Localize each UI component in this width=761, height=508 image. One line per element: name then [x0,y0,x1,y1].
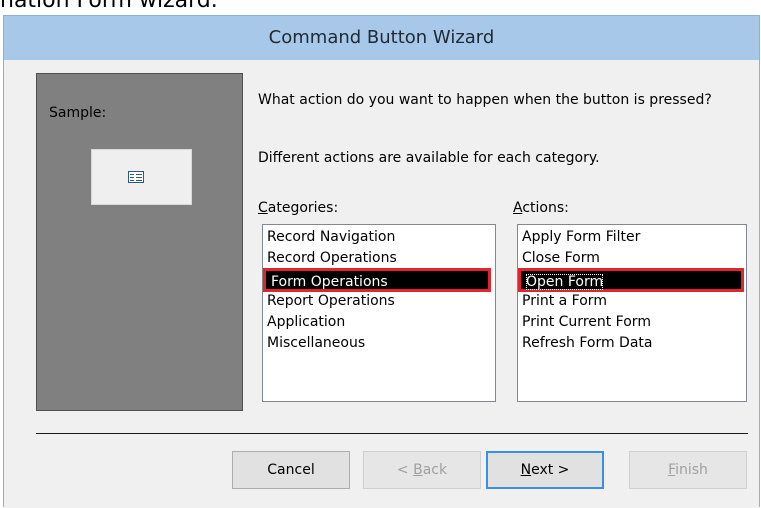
action-item-apply-form-filter[interactable]: Apply Form Filter [522,227,640,248]
back-button-accelerator: B [413,462,423,478]
action-item-print-a-form[interactable]: Print a Form [522,291,607,312]
back-button-prefix: < [396,462,414,478]
separator-line [36,433,748,434]
category-item-application[interactable]: Application [267,312,345,333]
category-item-record-operations[interactable]: Record Operations [267,248,397,269]
categories-label: Categories: [258,200,338,216]
form-icon [128,171,144,183]
dialog-title: Command Button Wizard [268,27,495,48]
action-item-open-form-label: Open Form [526,274,604,290]
back-button-rest: ack [422,462,448,478]
cancel-button[interactable]: Cancel [232,451,350,489]
actions-label-accelerator: A [513,200,523,216]
finish-button-rest: inish [675,462,708,478]
categories-listbox[interactable]: Record Navigation Record Operations Form… [262,224,496,402]
sample-button-preview [91,149,192,205]
action-item-print-current-form[interactable]: Print Current Form [522,312,651,333]
category-item-record-navigation[interactable]: Record Navigation [267,227,395,248]
question-text: What action do you want to happen when t… [258,92,712,108]
dialog-body: Sample: What action do you want to happe… [4,60,759,508]
back-button[interactable]: < Back [363,451,481,489]
action-item-open-form[interactable]: Open Form [518,268,744,292]
categories-label-rest: ategories: [267,200,339,216]
action-item-close-form[interactable]: Close Form [522,248,600,269]
action-item-refresh-form-data[interactable]: Refresh Form Data [522,333,652,354]
categories-label-accelerator: C [258,200,268,216]
category-item-miscellaneous[interactable]: Miscellaneous [267,333,365,354]
background-caption: nation Form wizard. [0,0,218,13]
next-button-rest: ext > [531,462,570,478]
category-item-report-operations[interactable]: Report Operations [267,291,395,312]
command-button-wizard-dialog: Command Button Wizard Sample: What actio… [3,15,760,508]
sample-label: Sample: [49,105,107,121]
category-item-form-operations[interactable]: Form Operations [263,268,491,292]
title-bar: Command Button Wizard [4,16,759,60]
next-button-accelerator: N [520,462,532,478]
next-button[interactable]: Next > [486,451,604,489]
finish-button[interactable]: Finish [629,451,747,489]
actions-label: Actions: [513,200,569,216]
actions-label-rest: ctions: [522,200,569,216]
sample-panel: Sample: [36,73,243,411]
category-note: Different actions are available for each… [258,150,600,166]
actions-listbox[interactable]: Apply Form Filter Close Form Open Form P… [517,224,747,402]
